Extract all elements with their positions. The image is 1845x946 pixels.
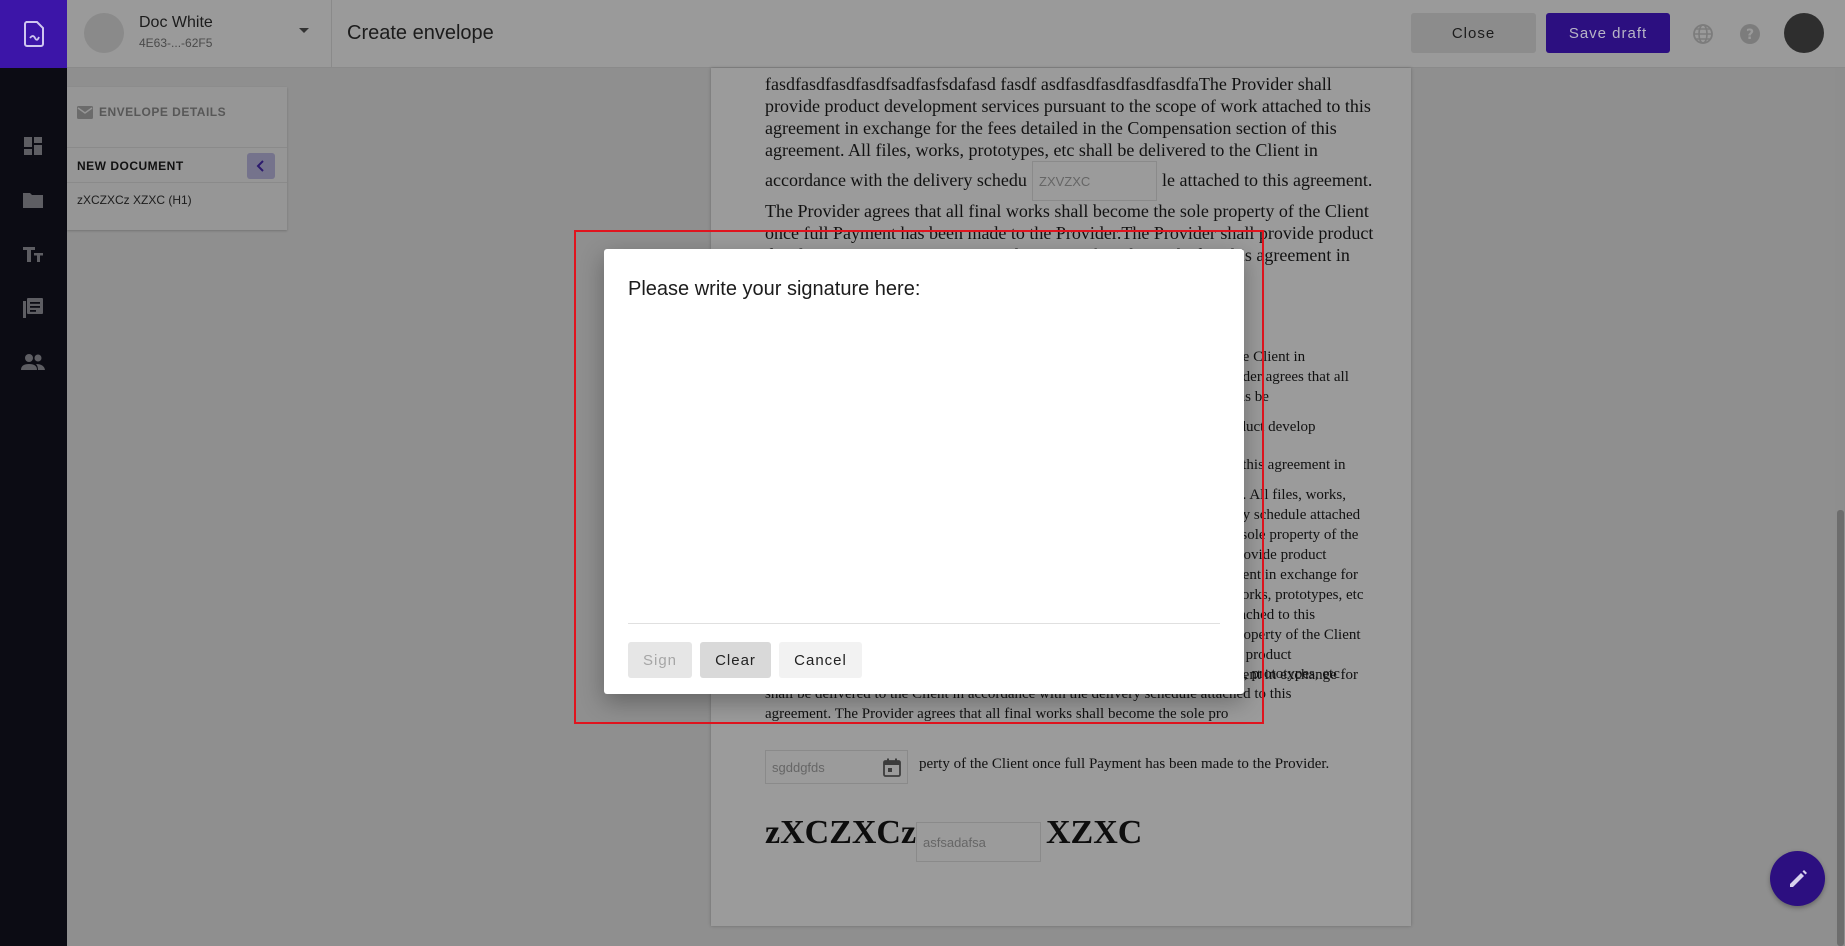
doc-text: agreement in exchange for the fees detai… bbox=[765, 118, 1337, 138]
folder-icon[interactable] bbox=[21, 188, 45, 212]
date-field-value: sgddgfds bbox=[772, 760, 825, 775]
account-name: Doc White bbox=[139, 14, 213, 31]
account-avatar bbox=[84, 13, 124, 53]
collapse-button[interactable] bbox=[247, 153, 275, 179]
account-id: 4E63-...-62F5 bbox=[139, 36, 213, 50]
doc-text: agreement. All files, works, prototypes,… bbox=[765, 140, 1318, 160]
doc-text: perty of the Client once full Payment ha… bbox=[919, 756, 1330, 772]
globe-icon[interactable] bbox=[1691, 22, 1715, 46]
svg-text:?: ? bbox=[1746, 27, 1754, 43]
caret-down-icon[interactable] bbox=[299, 28, 309, 33]
doc-text: provide product development services pur… bbox=[765, 96, 1371, 116]
edit-fab-button[interactable] bbox=[1770, 851, 1825, 906]
app-logo[interactable] bbox=[0, 0, 67, 68]
doc-text: le attached to this agreement. bbox=[1162, 170, 1373, 190]
new-document-label: NEW DOCUMENT bbox=[77, 159, 184, 173]
library-icon[interactable] bbox=[21, 296, 45, 320]
heading-text-field[interactable]: asfsadafsa bbox=[916, 822, 1041, 862]
envelope-details-header[interactable]: ENVELOPE DETAILS bbox=[77, 105, 226, 119]
doc-text: fasdfasdfasdfasdfsadfasfsdafasd fasdf as… bbox=[765, 74, 1332, 94]
outline-item-h1[interactable]: zXCZXCz XZXC (H1) bbox=[77, 193, 192, 207]
signature-pad[interactable] bbox=[628, 319, 1220, 624]
signature-dialog: Please write your signature here: Sign C… bbox=[604, 249, 1244, 694]
page-title: Create envelope bbox=[347, 22, 494, 44]
account-switcher[interactable]: Doc White 4E63-...-62F5 bbox=[67, 0, 332, 68]
contacts-icon[interactable] bbox=[21, 350, 45, 374]
date-field[interactable]: sgddgfds bbox=[765, 750, 908, 784]
signature-dialog-title: Please write your signature here: bbox=[628, 278, 921, 300]
mail-icon bbox=[77, 105, 93, 119]
save-draft-button[interactable]: Save draft bbox=[1546, 13, 1670, 53]
sign-button[interactable]: Sign bbox=[628, 642, 692, 678]
help-icon[interactable]: ? bbox=[1738, 22, 1762, 46]
doc-text: The Provider agrees that all final works… bbox=[765, 201, 1369, 221]
doc-text: accordance with the delivery schedu bbox=[765, 170, 1027, 190]
chevron-left-icon bbox=[256, 160, 264, 172]
text-field-zxvzxc[interactable]: ZXVZXC bbox=[1032, 161, 1157, 201]
left-nav-rail bbox=[0, 0, 67, 946]
envelope-details-label: ENVELOPE DETAILS bbox=[99, 105, 227, 119]
document-logo-icon bbox=[23, 21, 44, 47]
cancel-button[interactable]: Cancel bbox=[779, 642, 862, 678]
clear-button[interactable]: Clear bbox=[700, 642, 771, 678]
text-format-icon[interactable] bbox=[21, 242, 45, 266]
close-button[interactable]: Close bbox=[1411, 13, 1536, 53]
dashboard-icon[interactable] bbox=[21, 134, 45, 158]
user-avatar[interactable] bbox=[1784, 13, 1824, 53]
scrollbar-thumb[interactable] bbox=[1837, 510, 1844, 946]
heading-part-1: zXCZXCz bbox=[765, 814, 917, 851]
calendar-icon[interactable] bbox=[883, 758, 901, 777]
heading-part-2: XZXC bbox=[1046, 814, 1143, 851]
new-document-row: NEW DOCUMENT bbox=[67, 147, 287, 183]
top-bar: Doc White 4E63-...-62F5 Create envelope … bbox=[67, 0, 1845, 68]
envelope-details-panel: ENVELOPE DETAILS NEW DOCUMENT zXCZXCz XZ… bbox=[67, 87, 287, 230]
pencil-icon bbox=[1789, 869, 1807, 887]
